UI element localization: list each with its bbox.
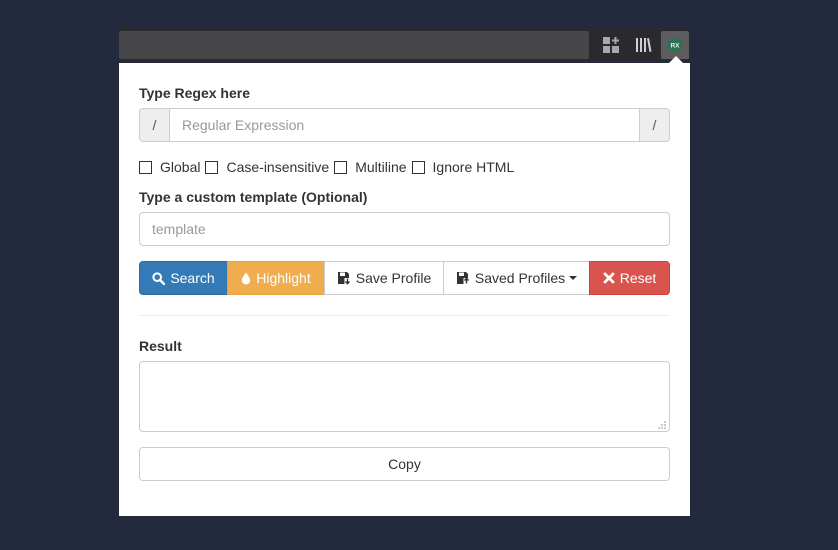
case-insensitive-checkbox[interactable] (205, 160, 219, 174)
flag-global[interactable]: Global (139, 159, 200, 175)
extensions-icon[interactable] (597, 31, 625, 59)
result-label: Result (139, 338, 182, 354)
regex-input[interactable] (170, 109, 639, 141)
close-icon (603, 272, 615, 284)
section-divider (139, 315, 670, 316)
global-checkbox[interactable] (139, 160, 152, 174)
save-profile-button[interactable]: Save Profile (324, 261, 444, 295)
search-icon (152, 271, 166, 285)
svg-text:RX: RX (670, 43, 680, 50)
ignore-html-checkbox[interactable] (411, 160, 425, 174)
multiline-checkbox[interactable] (334, 160, 348, 174)
action-buttons: Search Highlight Save Profile Saved Prof… (139, 261, 670, 295)
highlight-button[interactable]: Highlight (227, 261, 325, 295)
flag-case-insensitive-label: Case-insensitive (226, 159, 330, 175)
floppy-save-icon (337, 271, 351, 285)
browser-toolbar: RX (119, 28, 690, 62)
regex-prefix: / (140, 109, 170, 141)
caret-down-icon (569, 276, 578, 280)
result-textarea[interactable] (139, 361, 670, 432)
regex-label: Type Regex here (139, 85, 251, 101)
flag-ignore-html-label: Ignore HTML (432, 159, 515, 175)
flag-case-insensitive[interactable]: Case-insensitive (205, 159, 329, 175)
search-button[interactable]: Search (139, 261, 228, 295)
floppy-open-icon (456, 271, 470, 285)
resize-grip-icon[interactable] (657, 420, 667, 430)
saved-profiles-label: Saved Profiles (474, 270, 566, 286)
saved-profiles-dropdown[interactable]: Saved Profiles (443, 261, 590, 295)
flag-multiline[interactable]: Multiline (334, 159, 407, 175)
highlight-button-label: Highlight (256, 270, 311, 286)
copy-button-label: Copy (388, 456, 421, 472)
flag-multiline-label: Multiline (355, 159, 407, 175)
extension-popup: Type Regex here / / Global Case-insensit… (119, 63, 690, 516)
flag-global-label: Global (160, 159, 201, 175)
copy-button[interactable]: Copy (139, 447, 670, 481)
save-profile-button-label: Save Profile (355, 270, 432, 286)
library-icon[interactable] (629, 31, 657, 59)
regex-input-group: / / (139, 108, 670, 142)
regex-suffix: / (639, 109, 669, 141)
flag-ignore-html[interactable]: Ignore HTML (411, 159, 515, 175)
search-button-label: Search (170, 270, 215, 286)
tint-drop-icon (241, 272, 251, 285)
template-input[interactable] (139, 212, 670, 246)
reset-button-label: Reset (619, 270, 657, 286)
regex-flags: Global Case-insensitive Multiline Ignore… (139, 159, 519, 175)
reset-button[interactable]: Reset (589, 261, 670, 295)
template-label: Type a custom template (Optional) (139, 189, 368, 205)
address-bar[interactable] (119, 31, 589, 59)
regex-extension-icon[interactable]: RX (661, 31, 689, 59)
